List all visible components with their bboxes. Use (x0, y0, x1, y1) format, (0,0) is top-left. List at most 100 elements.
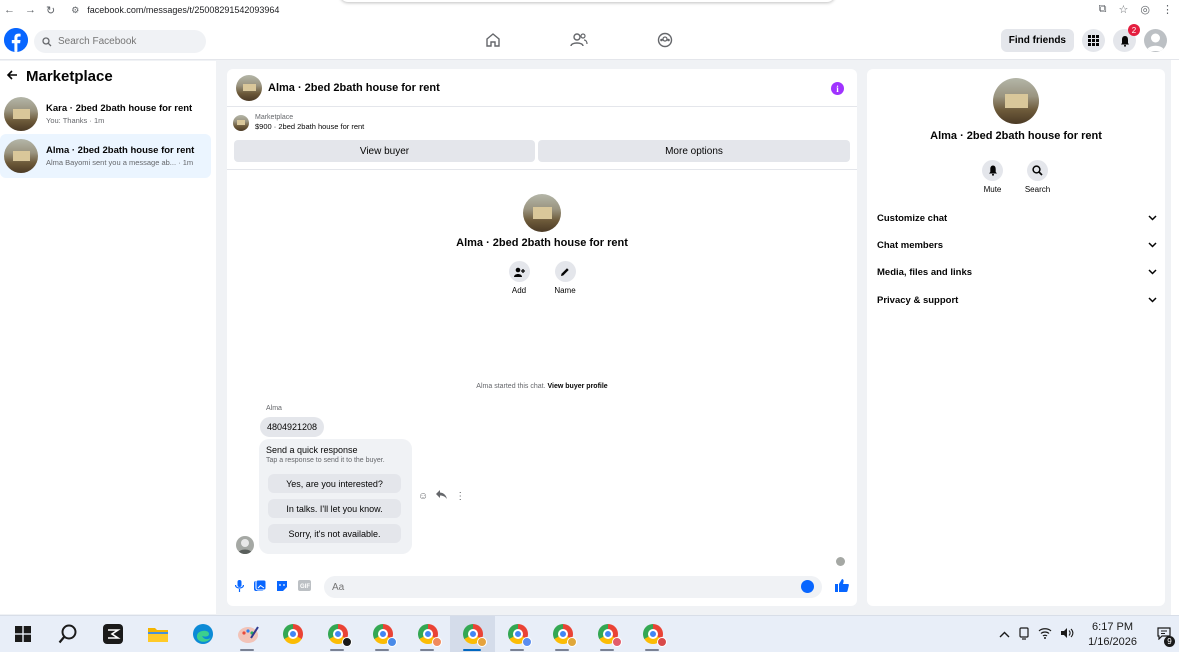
address-bar[interactable]: ⚙ facebook.com/messages/t/25008291542093… (71, 5, 279, 16)
home-icon[interactable] (480, 28, 506, 52)
mute-button[interactable]: Mute (981, 160, 1004, 194)
marketplace-listing[interactable]: Marketplace $900 · 2bed 2bath house for … (233, 114, 364, 131)
chevron-up-icon[interactable] (999, 629, 1010, 641)
search-button[interactable]: Search (1025, 160, 1050, 194)
chrome-profile-icon[interactable] (585, 616, 630, 652)
windows-start-icon[interactable] (0, 616, 45, 652)
search-icon[interactable] (45, 616, 90, 652)
clock[interactable]: 6:17 PM 1/16/2026 (1088, 620, 1137, 650)
message-bubble[interactable]: 4804921208 (260, 417, 325, 437)
back-arrow-icon[interactable] (6, 68, 18, 85)
section-label: Media, files and links (877, 266, 973, 278)
listing-thumbnail (4, 139, 38, 173)
search-input[interactable] (58, 36, 198, 47)
emoji-icon[interactable] (801, 580, 814, 593)
section-customize-chat[interactable]: Customize chat (877, 209, 1157, 227)
more-kebab-icon[interactable]: ⋮ (455, 491, 465, 502)
message-tools: ☺ ⋮ (418, 490, 465, 502)
sticker-icon[interactable] (276, 580, 288, 595)
chevron-down-icon (1148, 295, 1157, 306)
message-box[interactable] (324, 576, 822, 598)
quick-response-button[interactable]: Sorry, it's not available. (268, 524, 401, 543)
message-input[interactable] (332, 581, 792, 593)
install-icon[interactable]: ⧉ (1099, 3, 1107, 16)
chat-panel: Alma · 2bed 2bath house for rent i Marke… (227, 69, 857, 606)
add-button[interactable]: Add (508, 261, 530, 295)
conversation-title: Kara · 2bed 2bath house for rent (46, 103, 193, 114)
paint-app-icon[interactable] (225, 616, 270, 652)
facebook-logo-icon[interactable] (4, 28, 28, 52)
sender-name: Alma (266, 405, 282, 412)
sender-avatar[interactable] (236, 536, 254, 554)
notifications-bell-icon[interactable]: 2 (1113, 24, 1140, 52)
section-privacy-support[interactable]: Privacy & support (877, 291, 1157, 309)
notification-center-icon[interactable]: 9 (1157, 626, 1175, 647)
scrollbar[interactable] (1171, 60, 1179, 615)
name-label: Name (554, 286, 576, 295)
gif-icon[interactable]: GIF (298, 580, 311, 594)
edge-icon[interactable] (180, 616, 225, 652)
listing-thumbnail (233, 114, 249, 131)
browser-toolbar: ← → ↻ ⚙ facebook.com/messages/t/25008291… (0, 0, 1179, 20)
reply-icon[interactable] (436, 490, 448, 502)
clock-time: 6:17 PM (1092, 620, 1134, 633)
bell-icon (982, 160, 1003, 181)
listing-detail: $900 · 2bed 2bath house for rent (255, 122, 365, 131)
chrome-profile-icon[interactable] (495, 616, 540, 652)
view-buyer-button[interactable]: View buyer (234, 140, 535, 162)
info-icon[interactable]: i (831, 82, 844, 95)
chat-title[interactable]: Alma · 2bed 2bath house for rent (268, 82, 440, 94)
chrome-profile-icon[interactable] (360, 616, 405, 652)
chrome-profile-icon[interactable] (630, 616, 675, 652)
section-chat-members[interactable]: Chat members (877, 236, 1157, 254)
account-avatar[interactable] (1144, 29, 1167, 52)
conversation-sidebar: Marketplace Kara · 2bed 2bath house for … (0, 61, 216, 614)
thumbs-up-icon[interactable] (835, 578, 849, 595)
chrome-icon[interactable] (270, 616, 315, 652)
find-friends-button[interactable]: Find friends (1000, 29, 1074, 52)
capcut-icon[interactable] (90, 616, 135, 652)
quick-response-button[interactable]: Yes, are you interested? (268, 474, 401, 493)
menu-grid-icon[interactable] (1082, 29, 1105, 52)
groups-icon[interactable] (652, 28, 678, 52)
site-settings-icon[interactable]: ⚙ (71, 5, 79, 16)
name-button[interactable]: Name (554, 261, 576, 295)
bookmark-star-icon[interactable]: ☆ (1119, 3, 1129, 16)
conversation-item[interactable]: Kara · 2bed 2bath house for rent You: Th… (0, 92, 211, 136)
back-icon[interactable]: ← (4, 4, 15, 17)
marketplace-label: Marketplace (255, 114, 294, 121)
photo-icon[interactable] (254, 579, 267, 595)
file-explorer-icon[interactable] (135, 616, 180, 652)
listing-thumbnail (4, 97, 38, 131)
volume-icon[interactable] (1060, 627, 1074, 642)
chevron-down-icon (1148, 240, 1157, 251)
svg-text:GIF: GIF (300, 584, 310, 590)
quick-response-button[interactable]: In talks. I'll let you know. (268, 499, 401, 518)
view-buyer-profile-link[interactable]: View buyer profile (548, 383, 608, 390)
conversation-title: Alma · 2bed 2bath house for rent (46, 145, 195, 156)
chrome-profile-icon[interactable] (315, 616, 360, 652)
conversation-item-active[interactable]: Alma · 2bed 2bath house for rent Alma Ba… (0, 134, 211, 178)
profile-icon[interactable]: ◎ (1140, 3, 1150, 16)
section-label: Customize chat (877, 212, 948, 224)
menu-kebab-icon[interactable]: ⋮ (1162, 3, 1173, 16)
chrome-profile-icon[interactable] (405, 616, 450, 652)
quick-response-subtitle: Tap a response to send it to the buyer. (266, 457, 385, 464)
section-media-files-links[interactable]: Media, files and links (877, 263, 1157, 281)
device-icon[interactable] (1018, 626, 1030, 643)
more-options-button[interactable]: More options (538, 140, 850, 162)
microphone-icon[interactable] (234, 579, 245, 595)
notification-count-badge: 9 (1164, 635, 1175, 647)
wifi-icon[interactable] (1038, 627, 1052, 642)
friends-icon[interactable] (566, 28, 592, 52)
chat-thumbnail[interactable] (236, 74, 262, 101)
sidebar-title: Marketplace (26, 68, 113, 85)
reload-icon[interactable]: ↻ (46, 4, 55, 17)
chrome-profile-icon-active[interactable] (450, 615, 495, 652)
chrome-profile-icon[interactable] (540, 616, 585, 652)
react-emoji-icon[interactable]: ☺ (418, 491, 428, 502)
forward-icon[interactable]: → (25, 4, 36, 17)
windows-taskbar: 6:17 PM 1/16/2026 9 (0, 615, 1179, 652)
search-box[interactable] (34, 30, 206, 53)
quick-response-title: Send a quick response (266, 445, 358, 455)
